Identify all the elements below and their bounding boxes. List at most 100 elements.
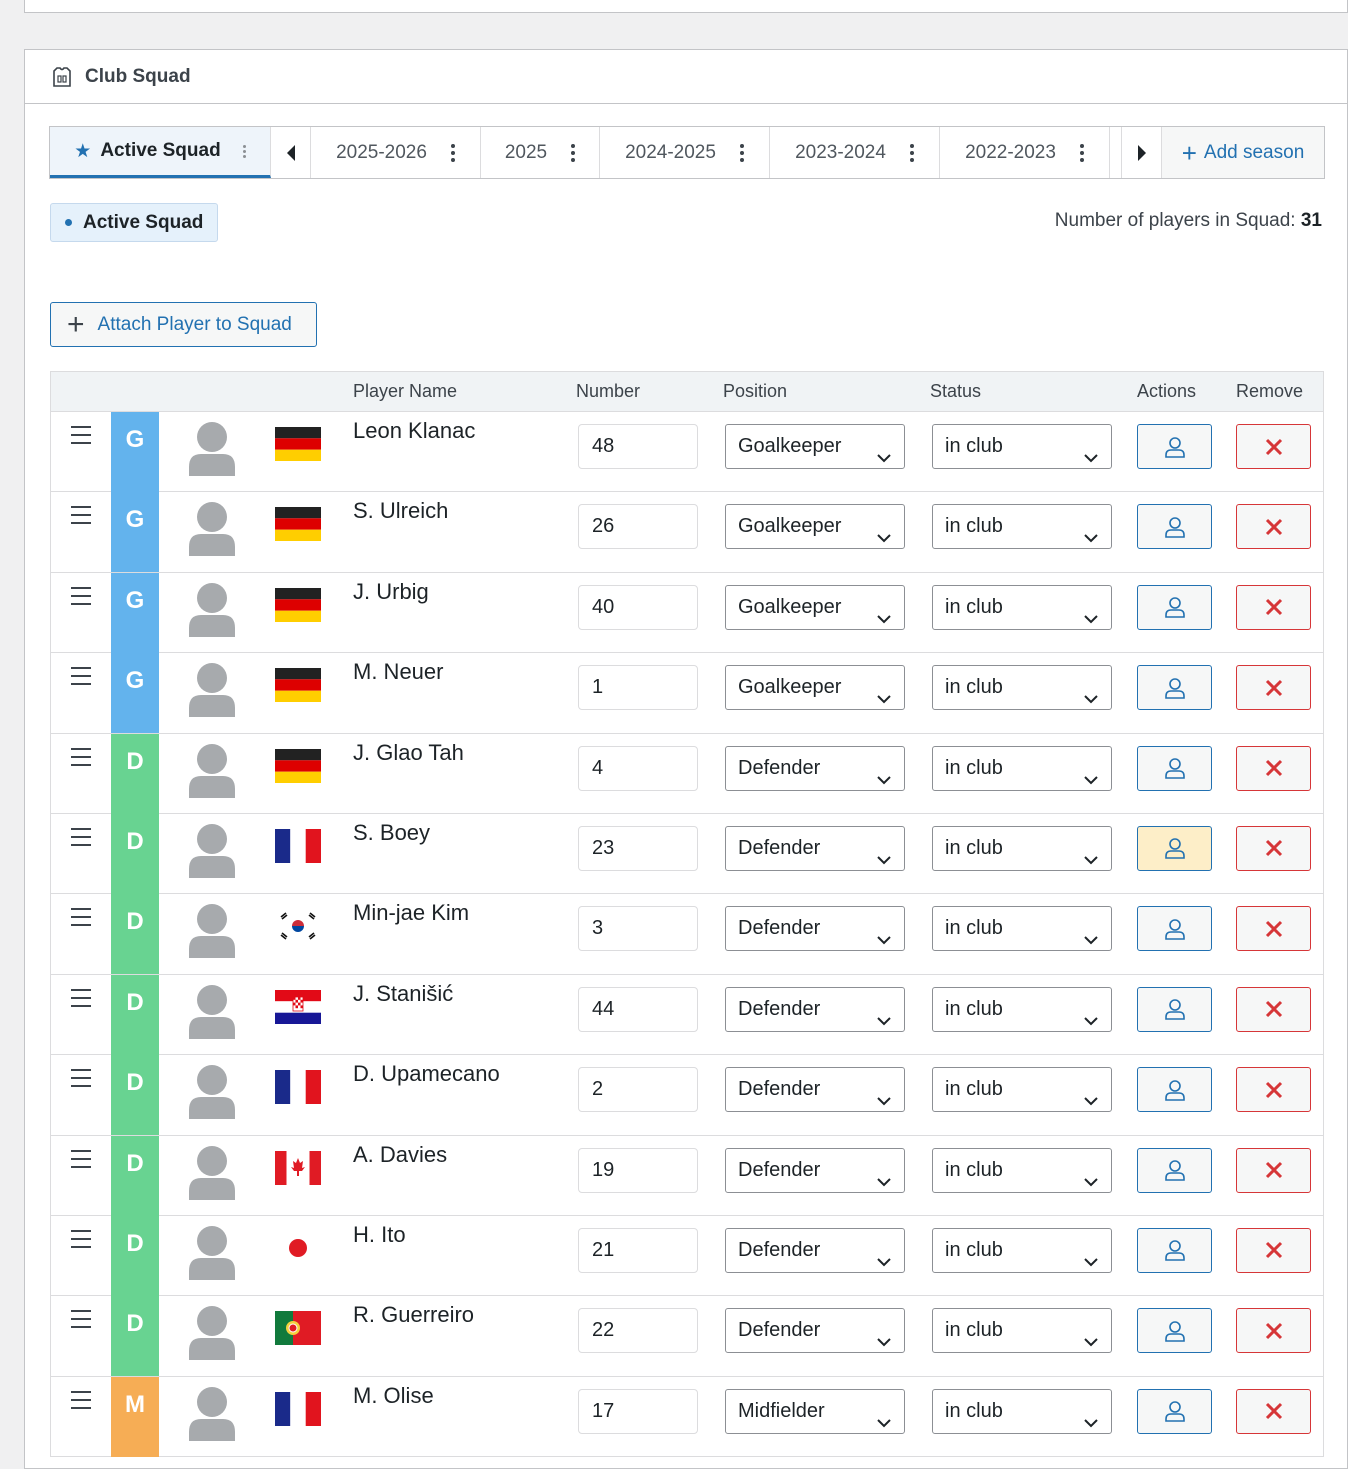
number-input[interactable]: 1 xyxy=(578,665,698,711)
tab-season-2024-2025[interactable]: 2024-2025 xyxy=(600,127,770,178)
player-action-button[interactable] xyxy=(1137,1067,1212,1113)
player-action-button[interactable] xyxy=(1137,1388,1212,1434)
drag-handle-icon[interactable] xyxy=(71,1310,91,1329)
drag-handle-icon[interactable] xyxy=(71,506,91,525)
drag-handle-icon[interactable] xyxy=(71,827,91,846)
status-select[interactable]: in club xyxy=(932,504,1112,550)
arrow-left-icon xyxy=(286,144,295,161)
remove-button[interactable] xyxy=(1236,745,1311,791)
position-select[interactable]: Defender xyxy=(725,986,905,1032)
status-select[interactable]: in club xyxy=(932,424,1112,469)
position-select[interactable]: Defender xyxy=(725,1308,905,1354)
more-options-icon[interactable] xyxy=(242,144,246,158)
drag-handle-icon[interactable] xyxy=(71,908,91,927)
position-select[interactable]: Defender xyxy=(725,1147,905,1193)
position-select[interactable]: Goalkeeper xyxy=(725,504,905,550)
player-action-button[interactable] xyxy=(1137,424,1212,469)
remove-button[interactable] xyxy=(1236,906,1311,952)
chevron-down-icon xyxy=(876,761,892,784)
remove-button[interactable] xyxy=(1236,1308,1311,1354)
status-select[interactable]: in club xyxy=(932,665,1112,711)
attach-player-button[interactable]: + Attach Player to Squad xyxy=(50,302,317,347)
drag-handle-icon[interactable] xyxy=(71,1069,91,1088)
player-action-button[interactable] xyxy=(1137,584,1212,630)
status-select[interactable]: in club xyxy=(932,1388,1112,1434)
tab-season-2022-2023[interactable]: 2022-2023 xyxy=(940,127,1110,178)
number-input[interactable]: 48 xyxy=(578,424,698,469)
tab-season-2025-2026[interactable]: 2025-2026 xyxy=(311,127,481,178)
drag-handle-icon[interactable] xyxy=(71,1390,91,1409)
player-action-button[interactable] xyxy=(1137,504,1212,550)
more-options-icon[interactable] xyxy=(450,143,455,162)
number-input[interactable]: 2 xyxy=(578,1067,698,1113)
number-input[interactable]: 4 xyxy=(578,745,698,791)
position-select[interactable]: Goalkeeper xyxy=(725,584,905,630)
status-select[interactable]: in club xyxy=(932,745,1112,791)
drag-handle-icon[interactable] xyxy=(71,1149,91,1168)
position-select[interactable]: Defender xyxy=(725,906,905,952)
scroll-left-button[interactable] xyxy=(271,127,311,178)
remove-button[interactable] xyxy=(1236,1147,1311,1193)
remove-button[interactable] xyxy=(1236,986,1311,1032)
drag-handle-icon[interactable] xyxy=(71,747,91,766)
tab-season-2025[interactable]: 2025 xyxy=(481,127,600,178)
remove-button[interactable] xyxy=(1236,1067,1311,1113)
number-input[interactable]: 19 xyxy=(578,1147,698,1193)
chevron-down-icon xyxy=(1083,680,1099,704)
position-select[interactable]: Goalkeeper xyxy=(725,424,905,469)
more-options-icon[interactable] xyxy=(739,143,744,162)
status-select[interactable]: in club xyxy=(932,1147,1112,1193)
number-input[interactable]: 26 xyxy=(578,504,698,550)
status-select[interactable]: in club xyxy=(932,1308,1112,1354)
position-select[interactable]: Defender xyxy=(725,1067,905,1113)
number-input[interactable]: 44 xyxy=(578,986,698,1032)
player-action-button[interactable] xyxy=(1137,1227,1212,1273)
remove-button[interactable] xyxy=(1236,1227,1311,1273)
number-input[interactable]: 21 xyxy=(578,1227,698,1273)
number-input[interactable]: 22 xyxy=(578,1308,698,1354)
tab-season-2023-2024[interactable]: 2023-2024 xyxy=(770,127,940,178)
remove-button[interactable] xyxy=(1236,825,1311,871)
status-select[interactable]: in club xyxy=(932,1227,1112,1273)
position-select[interactable]: Goalkeeper xyxy=(725,665,905,711)
status-select[interactable]: in club xyxy=(932,584,1112,630)
player-action-button[interactable] xyxy=(1137,665,1212,711)
drag-handle-icon[interactable] xyxy=(71,586,91,605)
more-options-icon[interactable] xyxy=(1079,143,1084,162)
position-select[interactable]: Defender xyxy=(725,825,905,871)
remove-button[interactable] xyxy=(1236,1388,1311,1434)
remove-button[interactable] xyxy=(1236,424,1311,469)
status-select-value: in club xyxy=(945,595,1003,618)
drag-handle-icon[interactable] xyxy=(71,667,91,686)
number-input[interactable]: 40 xyxy=(578,584,698,630)
status-select[interactable]: in club xyxy=(932,825,1112,871)
remove-button[interactable] xyxy=(1236,584,1311,630)
more-options-icon[interactable] xyxy=(571,143,576,162)
drag-handle-icon[interactable] xyxy=(71,426,91,444)
player-action-button[interactable] xyxy=(1137,825,1212,871)
add-season-button[interactable]: + Add season xyxy=(1161,127,1324,178)
position-select[interactable]: Defender xyxy=(725,1227,905,1273)
position-select[interactable]: Midfielder xyxy=(725,1388,905,1434)
position-select[interactable]: Defender xyxy=(725,745,905,791)
player-action-button[interactable] xyxy=(1137,906,1212,952)
position-badge-label: D xyxy=(126,827,144,855)
avatar xyxy=(187,420,237,476)
status-select[interactable]: in club xyxy=(932,986,1112,1032)
status-select[interactable]: in club xyxy=(932,906,1112,952)
drag-handle-icon[interactable] xyxy=(71,988,91,1007)
status-select[interactable]: in club xyxy=(932,1067,1112,1113)
remove-button[interactable] xyxy=(1236,665,1311,711)
more-options-icon[interactable] xyxy=(909,143,914,162)
number-input[interactable]: 3 xyxy=(578,906,698,952)
remove-button[interactable] xyxy=(1236,504,1311,550)
player-action-button[interactable] xyxy=(1137,1308,1212,1354)
drag-handle-icon[interactable] xyxy=(71,1229,91,1248)
number-input[interactable]: 23 xyxy=(578,825,698,871)
number-input[interactable]: 17 xyxy=(578,1388,698,1434)
player-action-button[interactable] xyxy=(1137,745,1212,791)
player-action-button[interactable] xyxy=(1137,986,1212,1032)
scroll-right-button[interactable] xyxy=(1121,127,1161,178)
player-action-button[interactable] xyxy=(1137,1147,1212,1193)
tab-active-squad[interactable]: ★ Active Squad xyxy=(50,127,271,178)
